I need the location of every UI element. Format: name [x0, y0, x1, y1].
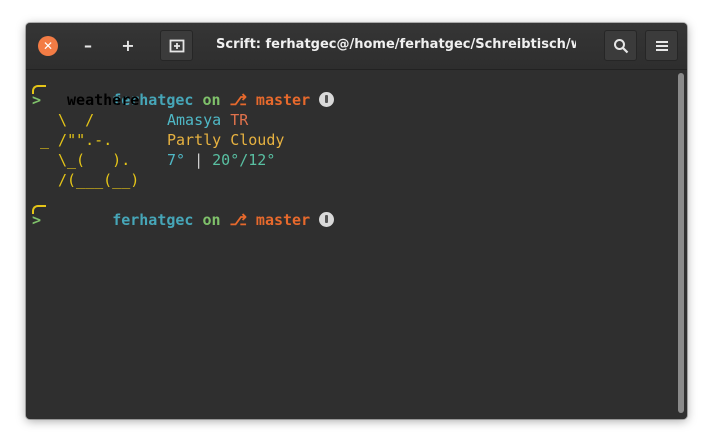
terminal-output[interactable]: ferhatgec on ⎇ master > weathere \ / _ /…	[26, 70, 687, 419]
weather-city: Amasya	[167, 111, 222, 129]
branch-icon: ⎇	[229, 211, 247, 229]
prompt-on: on	[202, 211, 221, 229]
menu-button[interactable]	[645, 30, 678, 61]
terminal-window: ✕ – + Scrift: ferhatgec@/home/ferhatgec/…	[26, 23, 687, 419]
weather-temperature: 7° | 20°/12°	[167, 150, 275, 170]
prompt-branch: master	[255, 91, 311, 109]
new-tab-button[interactable]	[160, 30, 193, 61]
prompt-arrow: >	[32, 91, 42, 109]
close-button[interactable]: ✕	[38, 36, 58, 56]
search-icon	[613, 38, 628, 53]
temp-current: 7°	[167, 151, 186, 169]
prompt-user: ferhatgec	[112, 211, 194, 229]
maximize-button[interactable]: +	[118, 36, 138, 56]
prompt-line: ferhatgec on ⎇ master	[58, 190, 335, 229]
branch-icon: ⎇	[229, 91, 247, 109]
hamburger-menu-icon	[655, 40, 668, 51]
weather-art-line: \_( ).	[58, 151, 131, 169]
minimize-button[interactable]: –	[78, 36, 98, 56]
prompt-on: on	[202, 91, 221, 109]
temp-separator: |	[194, 151, 204, 169]
weather-art-line: _ /"".-.	[40, 131, 113, 149]
status-icon	[319, 212, 335, 227]
search-button[interactable]	[604, 30, 637, 61]
weather-country: TR	[230, 111, 249, 129]
title-bar: ✕ – + Scrift: ferhatgec@/home/ferhatgec/…	[26, 23, 687, 70]
prompt-line: ferhatgec on ⎇ master	[58, 70, 335, 109]
status-icon	[319, 92, 335, 107]
weather-condition: Partly Cloudy	[167, 131, 285, 149]
temp-range: 20°/12°	[212, 151, 276, 169]
command-text: weathere	[58, 91, 140, 109]
weather-art-line: \ /	[58, 111, 95, 129]
new-tab-icon	[169, 39, 184, 52]
weather-art-line: /(___(__)	[58, 171, 140, 189]
scrollbar[interactable]	[678, 73, 684, 413]
window-title: Scrift: ferhatgec@/home/ferhatgec/Schrei…	[216, 37, 576, 52]
prompt-branch: master	[255, 211, 311, 229]
prompt-arrow: >	[32, 211, 42, 229]
weather-location: Amasya TR	[167, 110, 248, 130]
